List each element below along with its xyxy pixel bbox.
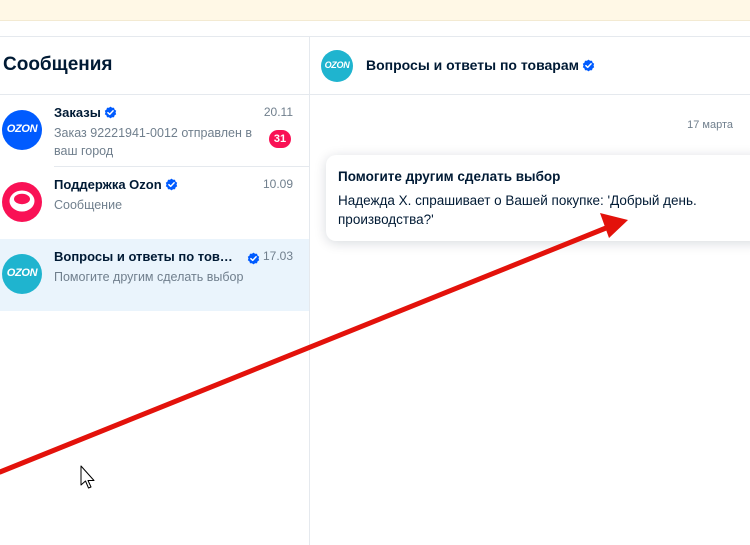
top-notice-banner: [0, 0, 750, 21]
messages-header: Сообщения: [0, 37, 309, 95]
chat-name-questions-wrap: Вопросы и ответы по товарам: [54, 249, 239, 264]
chat-name-support-wrap: Поддержка Ozon: [54, 177, 178, 192]
ozon-support-avatar: [2, 182, 42, 222]
message-body: Надежда Х. спрашивает о Вашей покупке: '…: [338, 193, 697, 227]
chat-name: Заказы: [54, 105, 101, 120]
chat-view: OZON Вопросы и ответы по товарам 17 март…: [310, 36, 750, 545]
ozon-orders-avatar: OZON: [2, 110, 42, 150]
chat-header: OZON Вопросы и ответы по товарам: [310, 37, 750, 95]
ozon-questions-avatar: OZON: [2, 254, 42, 294]
message-title: Помогите другим сделать выбор: [338, 169, 561, 184]
chat-header-title-wrap: Вопросы и ответы по товарам: [366, 57, 595, 73]
chat-preview: Помогите другим сделать выбор: [54, 270, 244, 284]
chat-item-support[interactable]: Поддержка Ozon 10.09 Сообщение: [0, 167, 309, 239]
verified-icon: [247, 252, 260, 265]
chat-item-questions[interactable]: OZON Вопросы и ответы по товарам 17.03 П…: [0, 239, 309, 311]
chat-header-avatar: OZON: [321, 50, 353, 82]
chat-date: 10.09: [262, 177, 293, 191]
chat-date: 20.11: [263, 105, 293, 119]
verified-icon: [104, 106, 117, 119]
ozon-logo-text: OZON: [6, 123, 38, 135]
ozon-logo-text: OZON: [6, 267, 38, 279]
chat-preview: Сообщение: [54, 198, 123, 212]
verified-icon: [165, 178, 177, 191]
verified-icon: [582, 59, 595, 72]
chat-name-orders-wrap: Заказы: [54, 105, 117, 120]
date-separator: 17 марта: [687, 119, 733, 131]
ozon-logo-text: OZON: [324, 60, 350, 70]
chat-name: Поддержка Ozon: [54, 177, 162, 192]
chat-name: Вопросы и ответы по товарам: [54, 249, 239, 264]
support-logo-icon: [9, 190, 35, 212]
message-card[interactable]: Помогите другим сделать выбор Надежда Х.…: [326, 155, 750, 241]
chat-item-orders[interactable]: OZON Заказы 20.11 Заказ 92221941-0012 от…: [0, 95, 309, 167]
messages-sidebar: Сообщения OZON Заказы 20.11 Заказ 922219…: [0, 36, 310, 545]
chat-date: 17.03: [262, 249, 293, 263]
chat-header-title: Вопросы и ответы по товарам: [366, 57, 579, 73]
chat-preview: Заказ 92221941-0012 отправлен в ваш горо…: [54, 126, 253, 158]
unread-count-badge: 31: [269, 130, 291, 148]
messages-title: Сообщения: [3, 54, 113, 75]
